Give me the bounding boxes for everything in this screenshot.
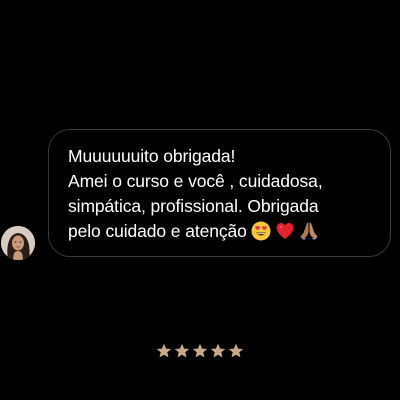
red-heart-emoji-icon xyxy=(275,221,295,241)
message-bubble: Muuuuuuito obrigada! Amei o curso e você… xyxy=(48,129,391,257)
star-icon xyxy=(210,343,226,359)
message-line: simpática, profissional. Obrigada xyxy=(68,196,319,216)
star-rating xyxy=(0,343,400,363)
folded-hands-emoji-icon xyxy=(299,221,319,241)
heart-eyes-emoji-icon xyxy=(251,221,271,241)
star-icon xyxy=(192,343,208,359)
star-icon xyxy=(228,343,244,359)
message-line: Amei o curso e você , cuidadosa, xyxy=(68,171,323,191)
star-icon xyxy=(156,343,172,359)
star-icon xyxy=(174,343,190,359)
message-line-text: pelo cuidado e atenção xyxy=(68,221,247,241)
message-last-line: pelo cuidado e atenção xyxy=(68,219,376,244)
avatar xyxy=(1,226,35,260)
message-line: Muuuuuuito obrigada! xyxy=(68,146,236,166)
